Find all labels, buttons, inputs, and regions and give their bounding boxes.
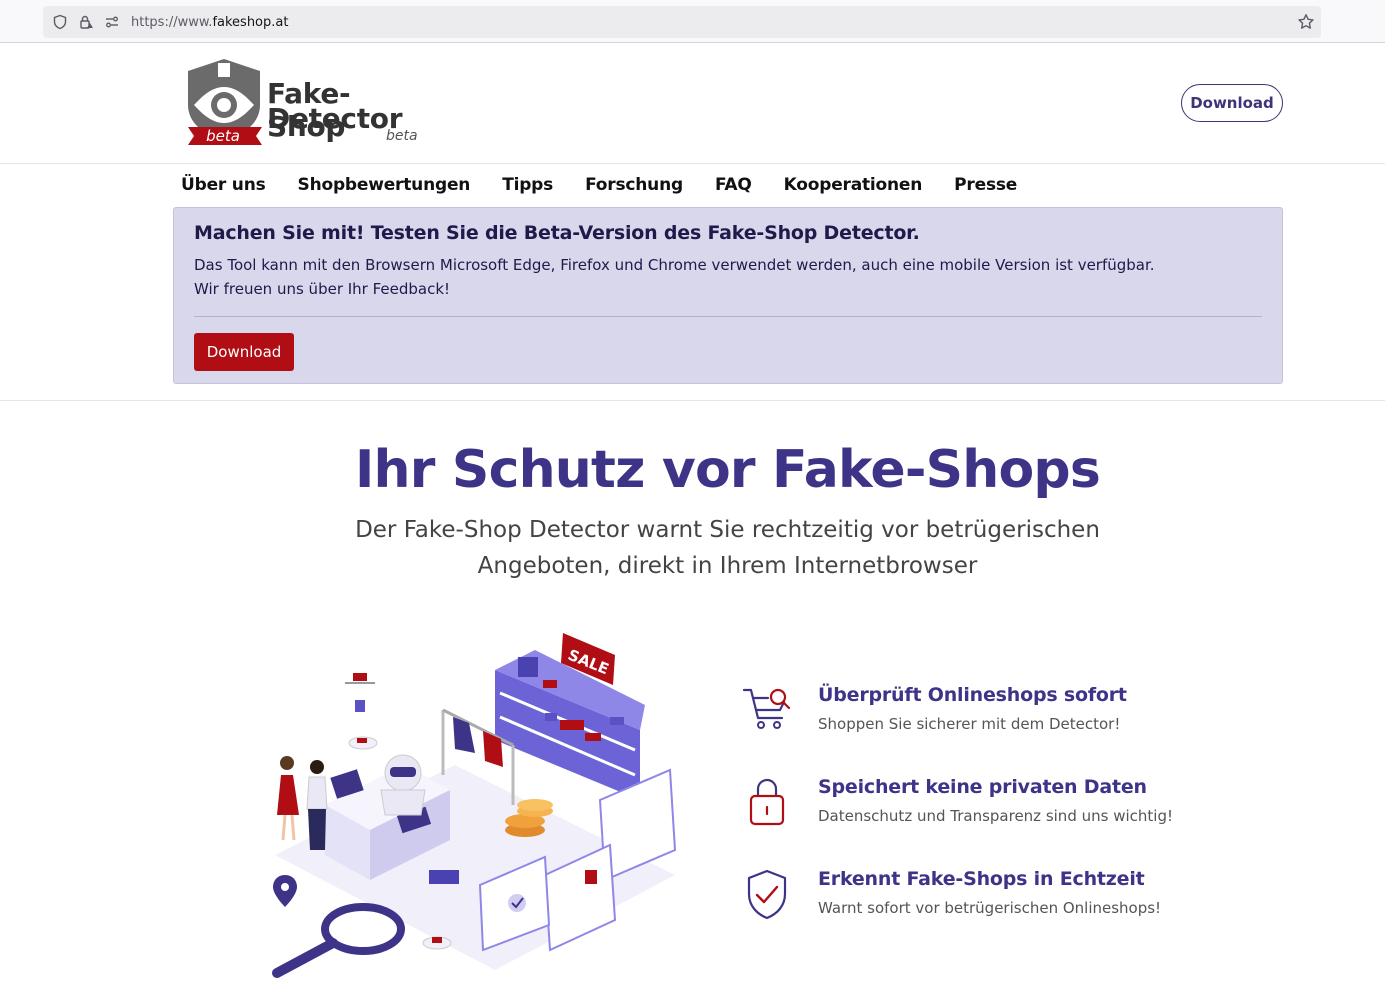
feature-item: Erkennt Fake-Shops in Echtzeit Warnt sof… [740,868,1300,938]
bookmark-star-icon[interactable] [1297,13,1315,31]
header-download-button[interactable]: Download [1181,84,1283,122]
hero-subtitle-line1: Der Fake-Shop Detector warnt Sie rechtze… [355,517,1100,543]
banner-download-button[interactable]: Download [194,333,294,371]
banner-text-line2: Wir freuen uns über Ihr Feedback! [194,280,451,298]
hero-subtitle: Der Fake-Shop Detector warnt Sie rechtze… [0,512,1385,584]
main-nav: Über uns Shopbewertungen Tipps Forschung… [181,175,1049,195]
site-header: beta Fake-Shop Detector beta Download [0,43,1385,164]
logo-ribbon-text: beta [206,127,240,145]
feature-item: Speichert keine privaten Daten Datenschu… [740,776,1300,846]
logo-title-line2: Detector [267,102,403,135]
banner-title: Machen Sie mit! Testen Sie die Beta-Vers… [194,222,920,244]
permissions-icon[interactable] [103,13,121,31]
banner-divider [194,316,1262,317]
feature-description: Datenschutz und Transparenz sind uns wic… [818,807,1173,825]
hero-subtitle-line2: Angeboten, direkt in Ihrem Internetbrows… [477,553,978,579]
browser-toolbar: https://www.fakeshop.at [0,0,1385,43]
logo-eye-shield-icon: beta [188,59,262,145]
drone-graphic [345,673,375,712]
nav-item-tipps[interactable]: Tipps [502,175,553,195]
feature-description: Shoppen Sie sicherer mit dem Detector! [818,715,1121,733]
feature-title: Überprüft Onlineshops sofort [818,684,1127,706]
nav-item-kooperationen[interactable]: Kooperationen [784,175,923,195]
gift-box [518,657,538,677]
address-bar[interactable]: https://www.fakeshop.at [43,6,1321,38]
nav-item-presse[interactable]: Presse [954,175,1017,195]
padlock-icon [749,778,785,826]
nav-item-shopbewertungen[interactable]: Shopbewertungen [298,175,471,195]
shop-illustration: SALE [272,633,677,978]
banner-text-line1: Das Tool kann mit den Browsern Microsoft… [194,256,1155,274]
magnifier-graphic [272,903,405,978]
site-logo[interactable]: beta Fake-Shop Detector beta [186,57,426,149]
url-text[interactable]: https://www.fakeshop.at [131,15,288,30]
feature-description: Warnt sofort vor betrügerischen Onlinesh… [818,899,1162,917]
nav-item-ueber-uns[interactable]: Über uns [181,175,266,195]
feature-item: Überprüft Onlineshops sofort Shoppen Sie… [740,684,1300,754]
feature-title: Speichert keine privaten Daten [818,776,1147,798]
shelf-item-red [543,680,557,688]
section-divider [0,400,1385,401]
shopper-woman [277,756,299,841]
shield-check-icon [747,869,787,920]
shopper-man [306,760,328,850]
nav-item-forschung[interactable]: Forschung [585,175,683,195]
shield-icon[interactable] [51,13,69,31]
nav-item-faq[interactable]: FAQ [715,175,752,195]
cart-search-icon [742,688,791,729]
logo-beta-label: beta [386,128,418,144]
lock-warning-icon[interactable] [77,13,95,31]
hero-title: Ihr Schutz vor Fake-Shops [355,440,1101,500]
feature-title: Erkennt Fake-Shops in Echtzeit [818,868,1145,890]
beta-banner: Machen Sie mit! Testen Sie die Beta-Vers… [173,207,1283,384]
